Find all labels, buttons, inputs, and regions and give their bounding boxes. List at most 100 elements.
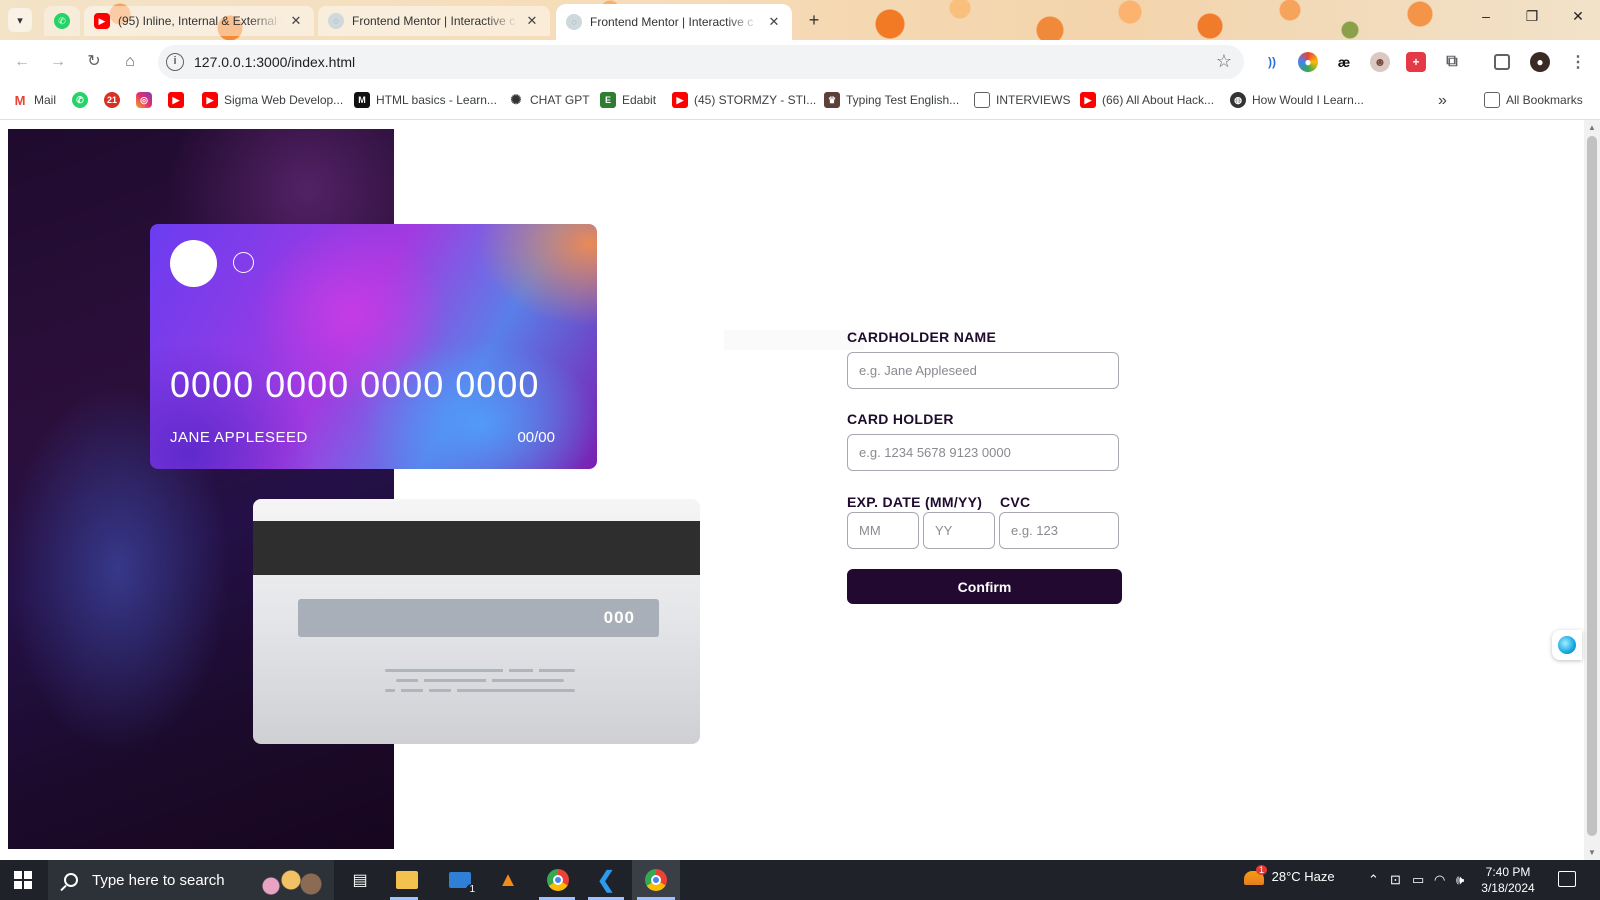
tab-frontend-mentor-active[interactable]: ◌ Frontend Mentor | Interactive c ✕ [556,4,792,40]
cvc-input[interactable] [999,512,1119,549]
extension-audio-icon[interactable]: )) [1262,52,1282,72]
scroll-up-arrow-icon[interactable]: ▲ [1587,123,1597,132]
page-scrollbar[interactable]: ▲ ▼ [1584,120,1600,860]
chrome-icon[interactable] [544,867,572,893]
forward-icon[interactable]: → [46,50,70,74]
scroll-down-arrow-icon[interactable]: ▼ [1587,848,1597,857]
exp-month-input[interactable] [847,512,919,549]
youtube-icon: ▶ [1080,92,1096,108]
exp-date-label: EXP. DATE (MM/YY) [847,494,983,510]
card-number-display: 0000 0000 0000 0000 [170,364,540,405]
extension-ae-icon[interactable]: æ [1334,52,1354,72]
clock-date: 3/18/2024 [1481,881,1535,895]
bookmark-edabit[interactable]: E Edabit [600,92,656,108]
weather-text: 28°C Haze [1271,869,1335,884]
minimize-button[interactable]: – [1466,8,1506,24]
card-expiry-display: 00/00 [517,429,555,446]
bookmark-how-would-i-learn[interactable]: ◍ How Would I Learn... [1230,92,1364,108]
page-icon: ◌ [566,14,582,30]
weather-badge: 1 [1256,865,1268,875]
extension-color-icon[interactable]: ● [1298,52,1318,72]
tray-chevron-up-icon[interactable]: ⌃ [1368,872,1379,888]
cardholder-name-label: CARDHOLDER NAME [847,329,997,345]
restore-button[interactable]: ❐ [1512,8,1552,25]
new-tab-button[interactable]: + [802,10,826,32]
system-clock[interactable]: 7:40 PM 3/18/2024 [1478,864,1538,896]
home-icon[interactable]: ⌂ [118,50,142,74]
bookmark-hacking[interactable]: ▶ (66) All About Hack... [1080,92,1214,108]
extension-avatar-icon[interactable]: ☻ [1370,52,1390,72]
close-window-button[interactable]: ✕ [1558,8,1598,25]
bookmark-whatsapp[interactable]: ✆ [72,92,88,108]
close-tab-icon[interactable]: ✕ [288,13,304,29]
all-bookmarks-folder[interactable]: All Bookmarks [1484,92,1583,108]
bookmark-youtube[interactable]: ▶ [168,92,184,108]
taskbar-search-box[interactable]: Type here to search [48,860,334,900]
bookmark-stormzy[interactable]: ▶ (45) STORMZY - STI... [672,92,816,108]
url-text[interactable]: 127.0.0.1:3000/index.html [194,54,355,70]
chrome-profile-icon[interactable] [642,867,670,893]
profile-avatar-icon[interactable]: ● [1530,52,1550,72]
bookmark-sigma-web[interactable]: ▶ Sigma Web Develop... [202,92,343,108]
weather-widget[interactable]: 1 28°C Haze [1244,865,1335,885]
bookmark-star-icon[interactable]: ☆ [1216,51,1232,72]
battery-icon[interactable]: ▭ [1412,872,1424,888]
bookmark-mail[interactable]: M Mail [12,92,56,108]
extensions-puzzle-icon[interactable]: ⧉ [1442,52,1462,72]
notification-center-icon[interactable] [1558,871,1576,887]
bookmark-label: Mail [34,93,57,107]
cardholder-name-input[interactable] [847,352,1119,389]
confirm-button[interactable]: Confirm [847,569,1122,604]
bookmark-html-basics[interactable]: M HTML basics - Learn... [354,92,497,108]
bookmark-app-21[interactable]: 21 [104,92,120,108]
back-icon[interactable]: ← [10,50,34,74]
address-bar[interactable]: i 127.0.0.1:3000/index.html ☆ [158,45,1244,79]
bookmarks-bar: M Mail ✆ 21 ◎ ▶ ▶ Sigma Web Develop... M… [0,84,1600,120]
extension-plus-icon[interactable]: + [1406,52,1426,72]
scroll-thumb[interactable] [1587,136,1597,836]
file-explorer-icon[interactable] [396,871,418,889]
cvc-label: CVC [1000,494,1031,510]
tab-youtube[interactable]: ▶ (95) Inline, Internal & External C ✕ [84,6,314,36]
bookmark-label: How Would I Learn... [1252,93,1364,107]
vlc-icon[interactable]: ▲ [494,867,522,893]
close-tab-icon[interactable]: ✕ [766,14,782,30]
mail-badge: 1 [466,884,478,895]
signature-strip: 000 [298,599,659,637]
whatsapp-icon: ✆ [72,92,88,108]
floating-assistant-button[interactable] [1552,630,1582,660]
tab-pinned-whatsapp[interactable]: ✆ [44,6,80,36]
typing-icon: ♛ [824,92,840,108]
mail-app-icon[interactable]: 1 [446,867,478,895]
side-panel-icon[interactable] [1494,54,1510,70]
bookmark-typing-test[interactable]: ♛ Typing Test English... [824,92,959,108]
tab-search-button[interactable]: ▾ [8,8,32,32]
bookmark-label: Edabit [622,93,657,107]
faint-overlay [724,330,864,350]
bookmark-label: Typing Test English... [846,93,960,107]
tab-title: Frontend Mentor | Interactive c [352,14,516,28]
card-number-input[interactable] [847,434,1119,471]
meet-now-icon[interactable]: ⊡ [1390,872,1401,888]
menu-kebab-icon[interactable]: ⋮ [1568,52,1588,72]
vscode-icon[interactable]: ❮ [592,867,620,893]
windows-start-icon[interactable] [14,871,32,889]
site-info-icon[interactable]: i [166,53,184,71]
bookmark-chatgpt[interactable]: ✺ CHAT GPT [508,92,590,108]
card-logo-outline-circle-icon [233,252,254,273]
close-tab-icon[interactable]: ✕ [524,13,540,29]
search-icon [64,873,78,887]
mdn-icon: M [354,92,370,108]
more-bookmarks-chevron-icon[interactable]: » [1438,92,1447,110]
youtube-icon: ▶ [672,92,688,108]
exp-year-input[interactable] [923,512,995,549]
wifi-icon[interactable]: ◠ [1434,872,1445,888]
reload-icon[interactable]: ↻ [82,50,106,74]
bookmark-folder-interviews[interactable]: INTERVIEWS [974,92,1070,108]
page-icon: ◌ [328,13,344,29]
globe-icon: ◍ [1230,92,1246,108]
bookmark-instagram[interactable]: ◎ [136,92,152,108]
tab-frontend-mentor[interactable]: ◌ Frontend Mentor | Interactive c ✕ [318,6,550,36]
volume-icon[interactable]: 🕪 [1456,872,1464,888]
task-view-icon[interactable]: ▤ [346,867,374,893]
